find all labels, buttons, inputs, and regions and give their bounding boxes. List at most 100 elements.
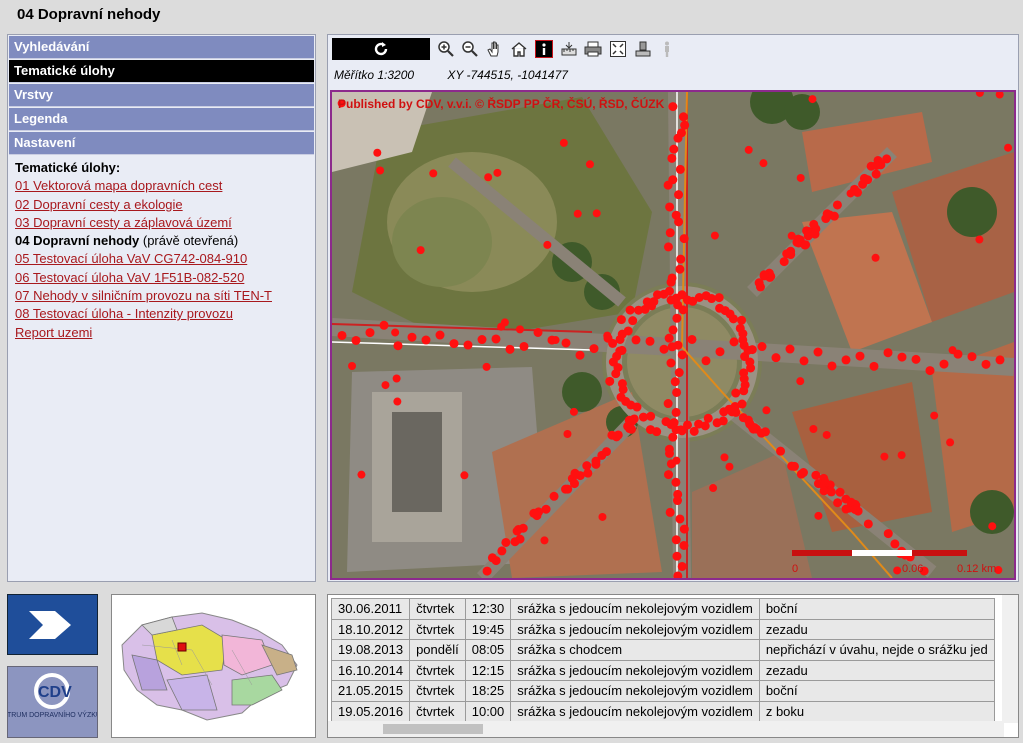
accordion-layers[interactable]: Vrstvy [9,84,314,107]
accident-marker[interactable] [357,470,366,479]
map-canvas[interactable]: Published by CDV, v.v.i. © ŘSDP PP ČR, Č… [330,90,1016,580]
accident-marker[interactable] [505,344,515,354]
accident-marker[interactable] [631,335,641,345]
accident-marker[interactable] [491,334,501,344]
accident-marker[interactable] [638,412,648,422]
accident-marker[interactable] [796,377,805,386]
accident-marker[interactable] [701,356,711,366]
accident-marker[interactable] [393,341,403,351]
accident-marker[interactable] [811,470,821,480]
accident-marker[interactable] [883,348,893,358]
accident-marker[interactable] [897,352,907,362]
accident-marker[interactable] [667,153,677,163]
zoom-in-icon[interactable] [437,40,455,58]
accident-marker[interactable] [573,209,582,218]
accident-marker[interactable] [712,418,722,428]
accident-marker[interactable] [570,468,580,478]
accident-marker[interactable] [1004,143,1013,152]
table-row[interactable]: 18.10.2012 čtvrtek 19:45 srážka s jedoucím … [330,618,995,640]
accident-marker[interactable] [675,164,685,174]
accident-marker[interactable] [710,231,719,240]
accident-marker[interactable] [337,330,347,340]
accident-marker[interactable] [679,524,689,534]
accident-marker[interactable] [665,202,675,212]
accident-marker[interactable] [995,355,1005,365]
accident-marker[interactable] [663,242,673,252]
accident-marker[interactable] [737,315,747,325]
accident-marker[interactable] [515,534,525,544]
accident-marker[interactable] [549,491,559,501]
accident-marker[interactable] [668,325,678,335]
accident-marker[interactable] [800,240,810,250]
accident-marker[interactable] [822,430,831,439]
accident-marker[interactable] [715,347,725,357]
accident-marker[interactable] [666,358,676,368]
accident-marker[interactable] [501,537,511,547]
accident-marker[interactable] [672,551,682,561]
accident-marker[interactable] [930,411,939,420]
accident-marker[interactable] [975,235,984,244]
accident-marker[interactable] [871,253,880,262]
accident-marker[interactable] [645,425,655,435]
accident-marker[interactable] [871,160,881,170]
accident-marker[interactable] [730,406,740,416]
accident-marker[interactable] [882,154,892,164]
accident-marker[interactable] [675,514,685,524]
accident-marker[interactable] [674,190,684,200]
accident-marker[interactable] [365,328,375,338]
print-icon[interactable] [584,40,602,58]
accident-marker[interactable] [802,226,812,236]
accident-marker[interactable] [671,477,681,487]
accident-marker[interactable] [673,496,683,506]
accident-marker[interactable] [628,316,638,326]
accident-marker[interactable] [869,361,879,371]
accident-marker[interactable] [477,335,487,345]
accident-marker[interactable] [671,407,681,417]
accident-marker[interactable] [863,175,873,185]
accident-marker[interactable] [771,353,781,363]
accident-marker[interactable] [819,486,829,496]
accident-marker[interactable] [719,407,729,417]
accident-marker[interactable] [880,452,889,461]
accident-marker[interactable] [835,487,845,497]
accident-marker[interactable] [675,264,685,274]
accident-marker[interactable] [551,336,560,345]
task-link-08[interactable]: 08 Testovací úloha - Intenzity provozu [15,305,308,323]
accident-marker[interactable] [678,305,688,315]
accident-marker[interactable] [832,200,842,210]
accident-marker[interactable] [416,246,425,255]
accident-marker[interactable] [659,344,669,354]
accident-marker[interactable] [814,511,823,520]
accident-marker[interactable] [871,169,881,179]
accident-marker[interactable] [678,112,688,122]
accident-marker[interactable] [379,320,389,330]
accident-marker[interactable] [846,189,855,198]
export-icon[interactable] [634,40,652,58]
accident-marker[interactable] [460,471,469,480]
accident-marker[interactable] [855,351,865,361]
accident-marker[interactable] [757,342,767,352]
accident-marker[interactable] [348,361,357,370]
accident-marker[interactable] [497,546,507,556]
table-row[interactable]: 19.08.2013 pondělí 08:05 srážka s chodcem ne… [330,639,995,661]
accident-marker[interactable] [543,240,552,249]
accident-marker[interactable] [482,566,492,576]
accident-marker[interactable] [948,346,957,355]
accident-marker[interactable] [569,479,579,489]
accident-marker[interactable] [669,418,679,428]
accident-marker[interactable] [672,387,682,397]
accident-marker[interactable] [672,313,682,323]
accident-marker[interactable] [665,507,675,517]
accident-marker[interactable] [714,293,724,303]
accident-marker[interactable] [376,166,385,175]
accident-marker[interactable] [665,228,675,238]
vertical-scrollbar[interactable] [1002,595,1018,723]
accordion-settings[interactable]: Nastavení [9,132,314,155]
accident-marker[interactable] [575,350,585,360]
accident-marker[interactable] [393,397,402,406]
accident-marker[interactable] [687,334,697,344]
accident-marker[interactable] [668,102,678,112]
accident-marker[interactable] [677,561,687,571]
accident-marker[interactable] [821,214,831,224]
accident-marker[interactable] [381,381,390,390]
